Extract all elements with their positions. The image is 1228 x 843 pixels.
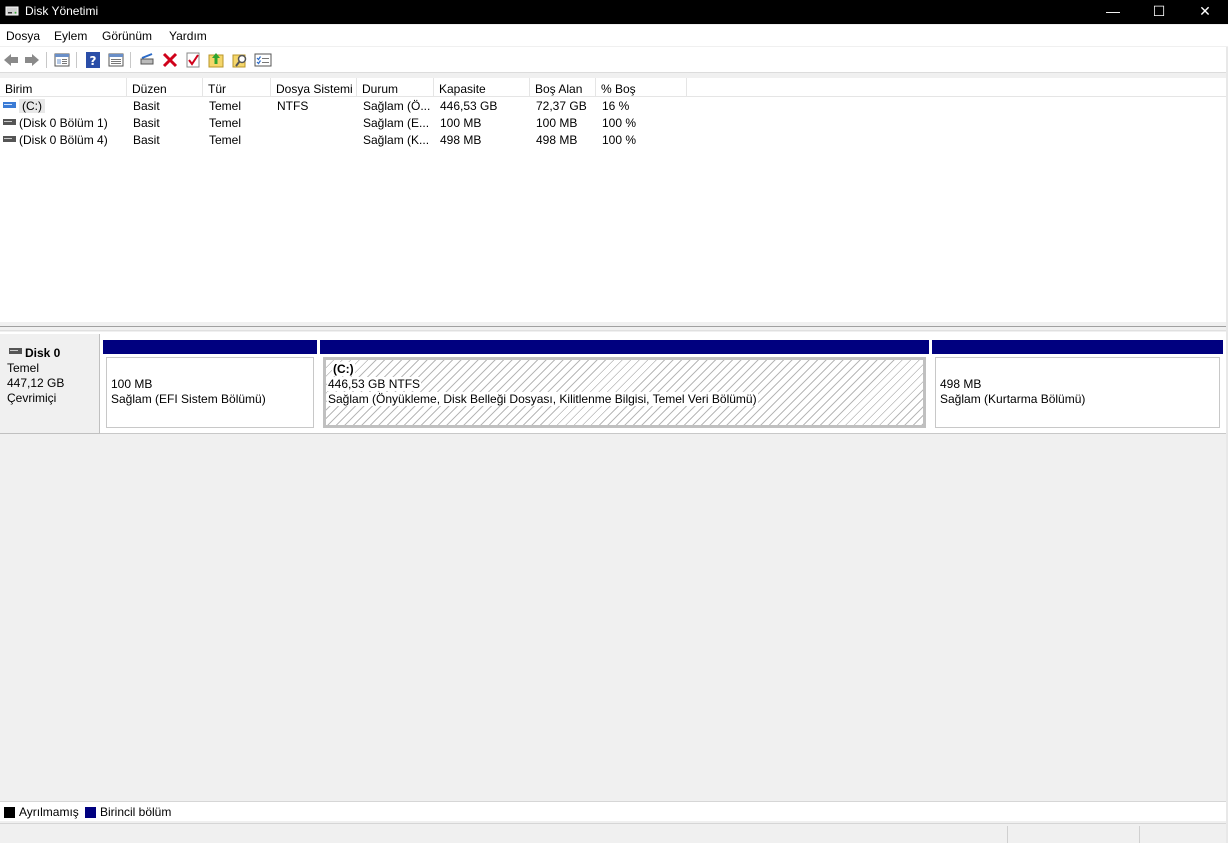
close-button[interactable]: ✕ — [1182, 0, 1228, 24]
cell-durum: Sağlam (E... — [363, 116, 430, 130]
disk-state: Çevrimiçi — [7, 391, 57, 405]
status-divider — [1007, 826, 1008, 843]
forward-icon[interactable] — [23, 51, 41, 69]
menu-bar: Dosya Eylem Görünüm Yardım — [0, 25, 1228, 46]
cell-kapasite: 498 MB — [440, 133, 482, 147]
title-bar: Disk Yönetimi — ☐ ✕ — [0, 0, 1228, 24]
minimize-button[interactable]: — — [1090, 0, 1136, 24]
import-icon[interactable] — [207, 51, 225, 69]
volume-list: Birim Düzen Tür Dosya Sistemi Durum Kapa… — [0, 78, 1226, 322]
column-yuzde-bos[interactable]: % Boş — [596, 78, 687, 97]
column-kapasite[interactable]: Kapasite — [434, 78, 530, 97]
maximize-button[interactable]: ☐ — [1136, 0, 1182, 24]
pane-splitter[interactable] — [0, 326, 1226, 331]
unallocated-swatch — [4, 807, 15, 818]
properties-icon[interactable] — [107, 51, 125, 69]
volume-icon — [3, 136, 16, 142]
table-row[interactable]: (C:) Basit Temel NTFS Sağlam (Ö... 446,5… — [0, 97, 1226, 114]
cell-yuzde-bos: 16 % — [602, 99, 630, 113]
menu-eylem[interactable]: Eylem — [54, 29, 87, 43]
cell-tur: Temel — [209, 133, 242, 147]
partition-status: Sağlam (EFI Sistem Bölümü) — [111, 392, 266, 406]
cell-birim: (Disk 0 Bölüm 4) — [19, 133, 108, 147]
column-duzen[interactable]: Düzen — [127, 78, 203, 97]
cell-dosya-sistemi: NTFS — [277, 99, 309, 113]
cell-duzen: Basit — [133, 116, 160, 130]
cell-duzen: Basit — [133, 99, 160, 113]
cell-bos-alan: 498 MB — [536, 133, 578, 147]
column-birim[interactable]: Birim — [0, 78, 127, 97]
cell-bos-alan: 72,37 GB — [536, 99, 587, 113]
partition-body: 498 MB Sağlam (Kurtarma Bölümü) — [935, 357, 1220, 428]
console-tree-icon[interactable] — [53, 51, 71, 69]
search-icon[interactable] — [231, 51, 249, 69]
partition-efi[interactable]: 100 MB Sağlam (EFI Sistem Bölümü) — [103, 340, 317, 428]
table-row[interactable]: (Disk 0 Bölüm 1) Basit Temel Sağlam (E..… — [0, 114, 1226, 131]
status-divider — [1139, 826, 1140, 843]
delete-icon[interactable] — [161, 51, 179, 69]
menu-gorunum[interactable]: Görünüm — [102, 29, 152, 43]
menu-yardim[interactable]: Yardım — [169, 29, 207, 43]
legend-primary: Birincil bölüm — [100, 805, 172, 819]
partition-body-selected: (C:) 446,53 GB NTFS Sağlam (Önyükleme, D… — [323, 357, 926, 428]
legend-unallocated: Ayrılmamış — [19, 805, 79, 819]
partition-title: (C:) — [332, 362, 355, 376]
primary-partition-bar — [103, 340, 317, 354]
toolbar-separator — [76, 52, 77, 68]
disk-icon — [9, 348, 22, 354]
menu-dosya[interactable]: Dosya — [6, 29, 40, 43]
status-bar — [0, 823, 1228, 843]
partition-status: Sağlam (Önyükleme, Disk Belleği Dosyası,… — [327, 392, 758, 406]
partition-size: 100 MB — [111, 377, 153, 391]
partition-size: 498 MB — [940, 377, 982, 391]
cell-birim: (C:) — [19, 99, 45, 113]
table-row[interactable]: (Disk 0 Bölüm 4) Basit Temel Sağlam (K..… — [0, 131, 1226, 148]
cell-tur: Temel — [209, 116, 242, 130]
primary-swatch — [85, 807, 96, 818]
check-icon[interactable] — [184, 51, 202, 69]
svg-text:?: ? — [90, 54, 97, 68]
checklist-icon[interactable] — [254, 51, 272, 69]
volume-icon — [3, 119, 16, 125]
volume-list-header: Birim Düzen Tür Dosya Sistemi Durum Kapa… — [0, 78, 1226, 97]
disk-type: Temel — [7, 361, 40, 375]
partition-size: 446,53 GB NTFS — [327, 377, 422, 391]
help-icon[interactable]: ? — [84, 51, 102, 69]
cell-yuzde-bos: 100 % — [602, 116, 637, 130]
partition-body: 100 MB Sağlam (EFI Sistem Bölümü) — [106, 357, 314, 428]
cell-durum: Sağlam (K... — [363, 133, 430, 147]
disk-graphical-view: Disk 0 Temel 447,12 GB Çevrimiçi 100 MB … — [0, 332, 1226, 802]
disk-row: Disk 0 Temel 447,12 GB Çevrimiçi 100 MB … — [0, 332, 1226, 434]
primary-partition-bar — [320, 340, 929, 354]
column-tur[interactable]: Tür — [203, 78, 271, 97]
cell-durum: Sağlam (Ö... — [363, 99, 431, 113]
cell-bos-alan: 100 MB — [536, 116, 578, 130]
column-durum[interactable]: Durum — [357, 78, 434, 97]
cell-tur: Temel — [209, 99, 242, 113]
disk-name: Disk 0 — [25, 346, 61, 360]
primary-partition-bar — [932, 340, 1223, 354]
cell-birim: (Disk 0 Bölüm 1) — [19, 116, 108, 130]
disk-management-app-icon — [5, 6, 19, 16]
connect-icon[interactable] — [138, 51, 156, 69]
window-title: Disk Yönetimi — [25, 4, 99, 18]
volume-icon — [3, 102, 16, 108]
toolbar: ? — [0, 47, 1228, 73]
back-icon[interactable] — [2, 51, 20, 69]
toolbar-separator — [46, 52, 47, 68]
partition-c[interactable]: (C:) 446,53 GB NTFS Sağlam (Önyükleme, D… — [320, 340, 929, 428]
partition-recovery[interactable]: 498 MB Sağlam (Kurtarma Bölümü) — [932, 340, 1223, 428]
cell-yuzde-bos: 100 % — [602, 133, 637, 147]
column-dosya-sistemi[interactable]: Dosya Sistemi — [271, 78, 357, 97]
cell-kapasite: 100 MB — [440, 116, 482, 130]
legend-bar: Ayrılmamış Birincil bölüm — [0, 801, 1226, 821]
cell-duzen: Basit — [133, 133, 160, 147]
toolbar-separator — [130, 52, 131, 68]
disk-info-panel[interactable]: Disk 0 Temel 447,12 GB Çevrimiçi — [0, 334, 100, 434]
partition-status: Sağlam (Kurtarma Bölümü) — [940, 392, 1086, 406]
disk-size: 447,12 GB — [7, 376, 65, 390]
cell-kapasite: 446,53 GB — [440, 99, 498, 113]
column-bos-alan[interactable]: Boş Alan — [530, 78, 596, 97]
